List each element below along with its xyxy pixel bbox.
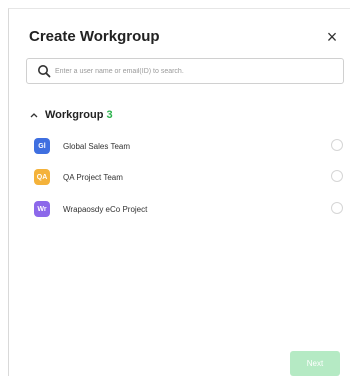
dialog-title: Create Workgroup [29,28,160,45]
search-input[interactable] [55,62,335,80]
workgroup-radio[interactable] [331,139,343,151]
workgroup-radio[interactable] [331,202,343,214]
search-icon [38,65,51,78]
workgroup-item[interactable]: QA QA Project Team [34,167,350,187]
workgroup-radio[interactable] [331,170,343,182]
search-field[interactable] [26,58,344,84]
workgroup-section-title: Workgroup [45,109,104,121]
avatar: Gl [34,138,50,154]
chevron-up-icon [30,113,38,118]
workgroup-item-label: QA Project Team [63,172,123,182]
workgroup-item[interactable]: Wr Wrapaosdy eCo Project [34,199,350,219]
next-button[interactable]: Next [290,351,340,376]
avatar: QA [34,169,50,185]
avatar: Wr [34,201,50,217]
dialog-header: Create Workgroup × [29,27,345,49]
workgroup-item-label: Global Sales Team [63,141,130,151]
workgroup-item[interactable]: Gl Global Sales Team [34,136,350,156]
workgroup-item-label: Wrapaosdy eCo Project [63,204,148,214]
close-icon[interactable]: × [323,27,341,47]
workgroup-section-toggle[interactable]: Workgroup 3 [29,107,113,123]
workgroup-count-badge: 3 [106,109,113,121]
create-workgroup-dialog: Create Workgroup × Workgroup 3 Gl Global… [8,8,350,376]
